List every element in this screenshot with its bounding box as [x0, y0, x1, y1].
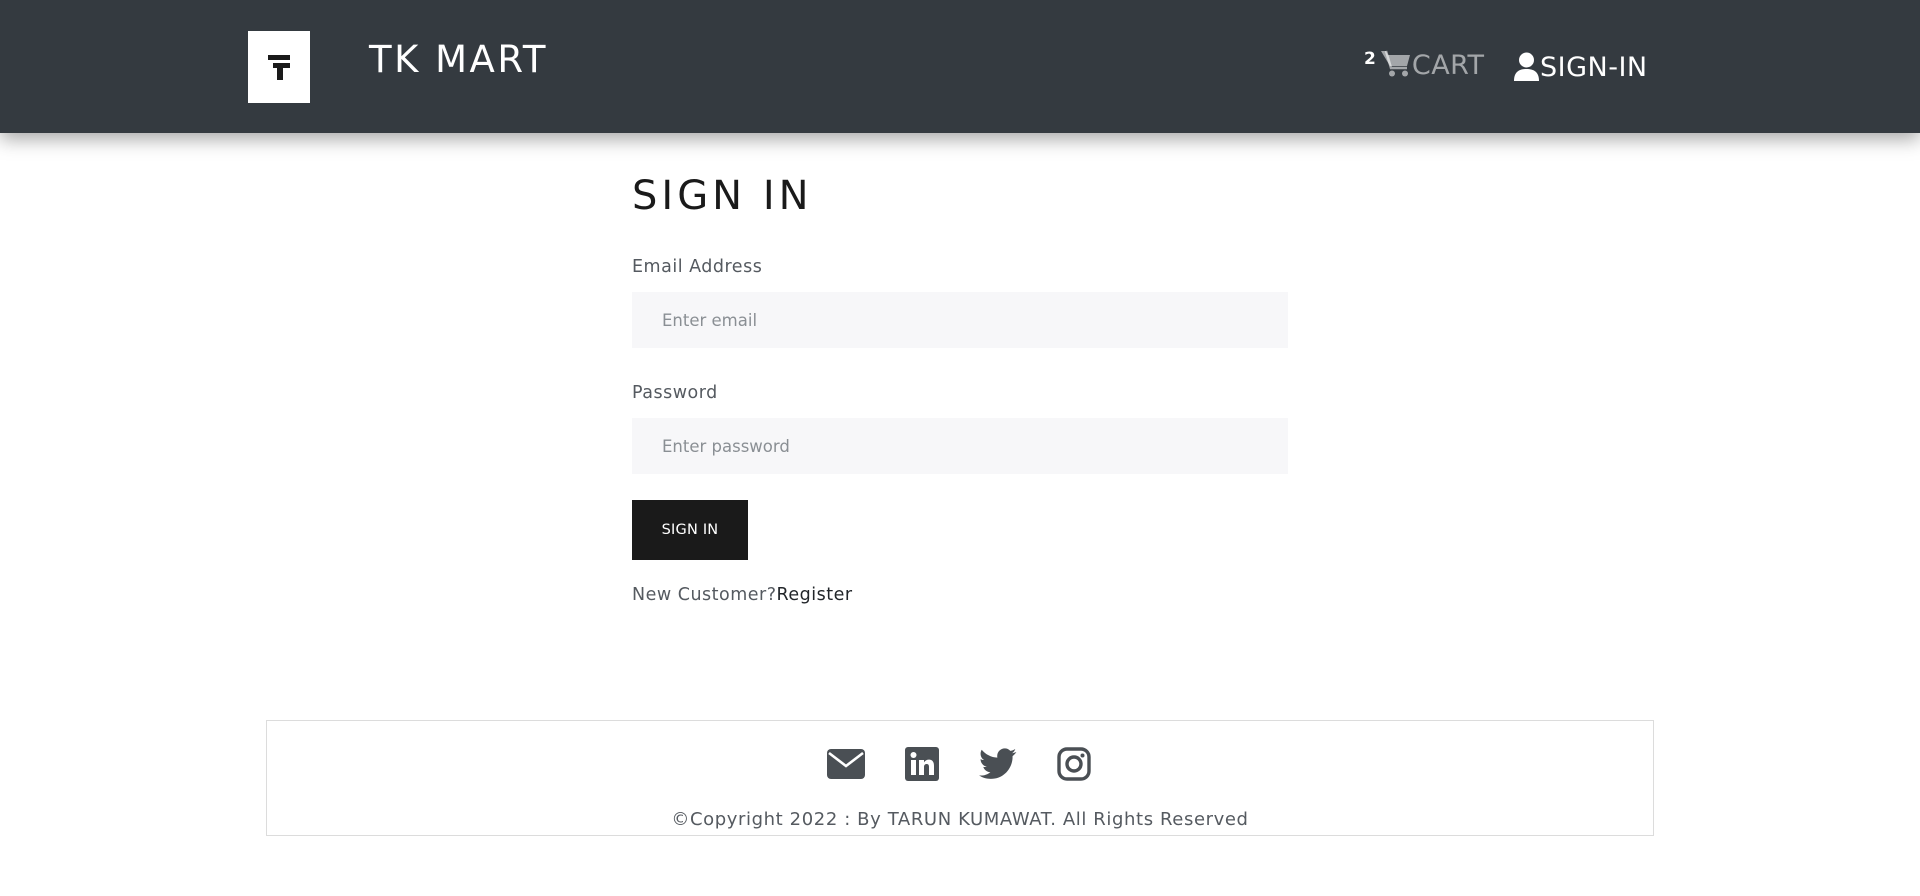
social-links: [267, 746, 1653, 782]
signin-button[interactable]: SIGN IN: [632, 500, 748, 560]
navbar: TK MART 2 CART SIGN-IN: [0, 0, 1920, 133]
page-title: SIGN IN: [632, 173, 813, 219]
signin-form: SIGN IN Email Address Password SIGN IN N…: [632, 170, 1288, 606]
cart-link[interactable]: 2 CART: [1364, 44, 1484, 84]
brand-name[interactable]: TK MART: [369, 38, 548, 81]
envelope-icon[interactable]: [827, 746, 865, 782]
logo[interactable]: [248, 31, 310, 103]
footer: ©Copyright 2022 : By TARUN KUMAWAT. All …: [266, 720, 1654, 836]
new-customer-prompt: New Customer?Register: [632, 584, 1288, 606]
signin-link[interactable]: SIGN-IN: [1514, 49, 1648, 85]
cart-icon: [1380, 50, 1410, 77]
user-icon: [1514, 52, 1539, 81]
cart-label: CART: [1411, 50, 1485, 81]
logo-icon: [268, 55, 290, 80]
cart-count-badge: 2: [1364, 49, 1376, 69]
instagram-icon[interactable]: [1055, 746, 1093, 782]
register-link[interactable]: Register: [777, 585, 853, 605]
new-customer-text: New Customer?: [632, 585, 777, 605]
signin-label: SIGN-IN: [1540, 51, 1648, 83]
email-label: Email Address: [632, 257, 763, 277]
password-label: Password: [632, 383, 718, 403]
copyright-text: ©Copyright 2022 : By TARUN KUMAWAT. All …: [671, 809, 1249, 830]
email-field[interactable]: [632, 292, 1288, 348]
linkedin-icon[interactable]: [903, 746, 941, 782]
password-field[interactable]: [632, 418, 1288, 474]
twitter-icon[interactable]: [979, 746, 1017, 782]
